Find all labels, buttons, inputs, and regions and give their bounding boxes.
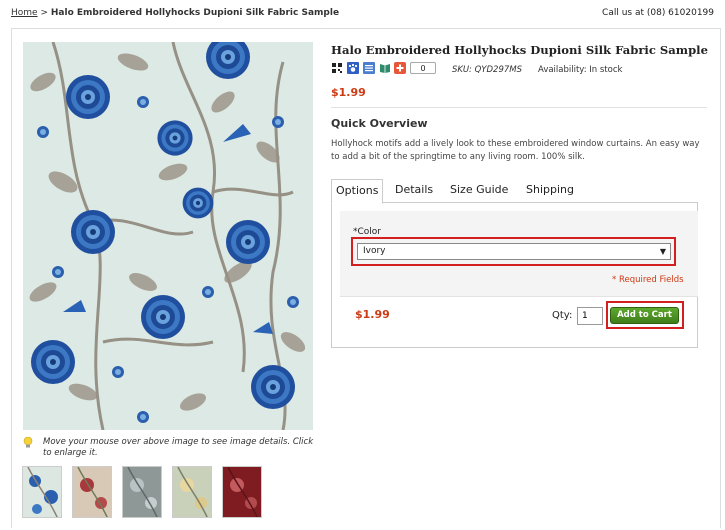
top-bar: Home > Halo Embroidered Hollyhocks Dupio… <box>0 0 725 26</box>
product-availability: Availability: In stock <box>538 65 623 75</box>
tab-options[interactable]: Options <box>331 179 384 204</box>
floral-fabric-image <box>23 42 313 430</box>
thumbnail-image <box>123 467 161 517</box>
thumbnail-2[interactable] <box>72 466 112 518</box>
thumbnail-5[interactable] <box>222 466 262 518</box>
product-title: Halo Embroidered Hollyhocks Dupioni Silk… <box>331 43 708 57</box>
thumbnail-image <box>23 467 61 517</box>
thumbnail-image <box>73 467 111 517</box>
qty-input[interactable] <box>577 307 603 325</box>
dropdown-arrow-icon: ▼ <box>659 247 666 256</box>
thumbnail-image <box>173 467 211 517</box>
options-divider <box>340 296 698 297</box>
thumbnail-3[interactable] <box>122 466 162 518</box>
call-us-text: Call us at (08) 61020199 <box>602 8 714 18</box>
product-price: $1.99 <box>331 86 366 99</box>
image-hint-text: Move your mouse over above image to see … <box>43 437 314 458</box>
qr-code-icon[interactable] <box>331 62 343 74</box>
share-counter: 0 <box>410 62 436 74</box>
quick-overview-title: Quick Overview <box>331 117 428 130</box>
add-to-cart-button[interactable]: Add to Cart <box>610 307 679 324</box>
thumbnail-image <box>223 467 261 517</box>
breadcrumb: Home > Halo Embroidered Hollyhocks Dupio… <box>11 8 339 18</box>
thumbnail-1[interactable] <box>22 466 62 518</box>
color-label: *Color <box>353 227 381 237</box>
plus-share-icon[interactable] <box>394 62 406 74</box>
color-select[interactable]: Ivory ▼ <box>357 243 671 260</box>
cart-price: $1.99 <box>355 308 390 321</box>
required-fields-note: * Required Fields <box>612 275 684 285</box>
paw-icon[interactable] <box>347 62 359 74</box>
product-sku: SKU: QYD297MS <box>452 65 522 75</box>
breadcrumb-current: Halo Embroidered Hollyhocks Dupioni Silk… <box>50 8 340 18</box>
product-tabs: Options Details Size Guide Shipping <box>331 179 707 204</box>
thumbnail-4[interactable] <box>172 466 212 518</box>
breadcrumb-home-link[interactable]: Home <box>11 8 38 18</box>
divider <box>331 107 707 108</box>
tab-shipping[interactable]: Shipping <box>526 179 574 202</box>
tab-details[interactable]: Details <box>395 179 433 202</box>
color-label-text: Color <box>357 227 382 237</box>
main-product-image[interactable] <box>23 42 313 430</box>
book-icon[interactable] <box>379 62 391 74</box>
tab-size-guide[interactable]: Size Guide <box>450 179 508 202</box>
image-hint: Move your mouse over above image to see … <box>23 437 318 459</box>
breadcrumb-separator: > <box>40 8 48 18</box>
quick-overview-text: Hollyhock motifs add a lively look to th… <box>331 139 700 162</box>
list-icon[interactable] <box>363 62 375 74</box>
lightbulb-icon <box>23 437 33 448</box>
color-select-value: Ivory <box>363 246 386 256</box>
qty-label: Qty: <box>552 310 573 321</box>
